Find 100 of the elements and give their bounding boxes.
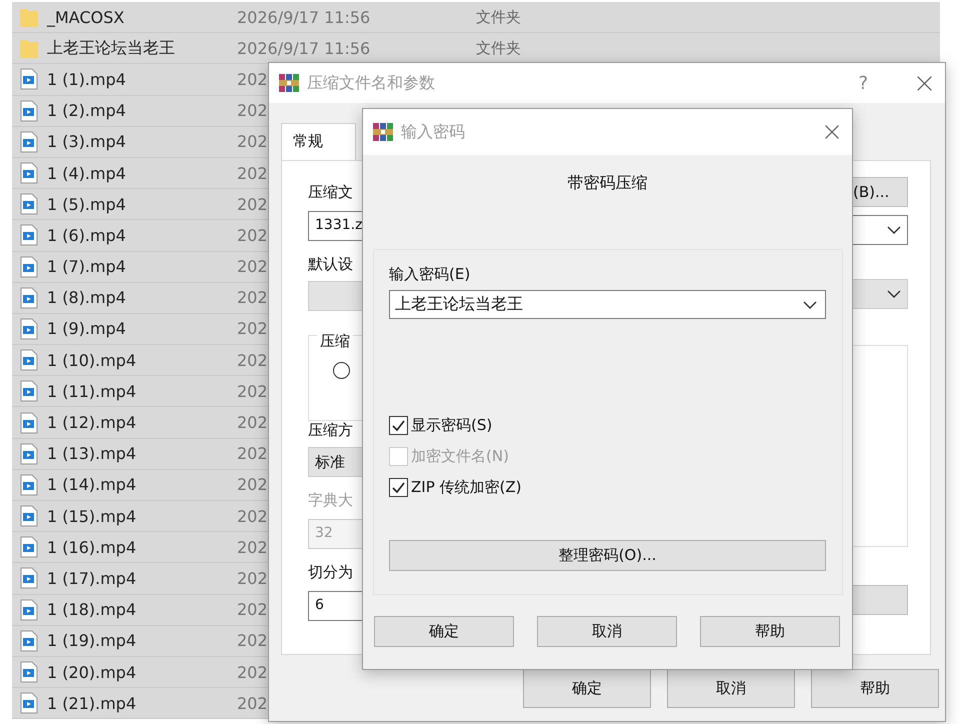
video-file-icon xyxy=(20,474,38,496)
archive-app-icon xyxy=(373,122,393,142)
video-file-icon xyxy=(20,442,38,465)
file-date: 202 xyxy=(237,475,268,494)
file-name: 1 (13).mp4 xyxy=(47,444,138,464)
dialog-button[interactable]: 取消 xyxy=(667,669,795,708)
file-name: 1 (2).mp4 xyxy=(47,101,127,120)
group-label: 压缩 xyxy=(317,332,353,351)
organize-passwords-button[interactable]: 整理密码(O)... xyxy=(389,540,826,571)
file-date: 202 xyxy=(237,288,268,308)
file-name: 1 (16).mp4 xyxy=(47,538,138,557)
dialog-button[interactable]: 确定 xyxy=(374,616,514,647)
file-name: 1 (20).mp4 xyxy=(47,662,138,682)
field-label: 压缩方 xyxy=(308,421,354,441)
video-file-icon xyxy=(20,130,38,153)
file-date: 202 xyxy=(237,631,268,650)
file-name: 1 (21).mp4 xyxy=(47,694,138,713)
field-label: 输入密码(E) xyxy=(389,265,472,284)
file-name: 1 (1).mp4 xyxy=(47,70,127,89)
video-file-icon xyxy=(20,68,38,90)
field-label: 默认设 xyxy=(308,255,354,275)
file-name: 1 (9).mp4 xyxy=(47,319,127,338)
video-file-icon xyxy=(20,318,38,340)
file-name: 上老王论坛当老王 xyxy=(47,38,176,59)
file-name: 1 (11).mp4 xyxy=(47,382,138,401)
file-date: 202 xyxy=(237,662,268,682)
video-file-icon xyxy=(20,505,38,528)
field-label: 切分为 xyxy=(308,563,354,583)
checkbox-label: ZIP 传统加密(Z) xyxy=(411,478,522,497)
dialog-button[interactable]: 帮助 xyxy=(811,669,939,708)
dropdown[interactable] xyxy=(852,215,908,245)
file-row[interactable]: 上老王论坛当老王 2026/9/17 11:56 文件夹 xyxy=(12,33,940,64)
dialog-heading: 带密码压缩 xyxy=(568,173,648,194)
password-field[interactable]: 上老王论坛当老王 xyxy=(389,290,826,319)
file-date: 202 xyxy=(237,382,268,401)
window-title: 压缩文件名和参数 xyxy=(307,72,436,94)
video-file-icon xyxy=(20,224,38,246)
file-date: 202 xyxy=(237,257,268,276)
video-file-icon xyxy=(20,349,38,372)
video-file-icon xyxy=(20,380,38,402)
file-date: 202 xyxy=(237,194,268,214)
file-date: 2026/9/17 11:56 xyxy=(237,8,370,27)
file-name: 1 (4).mp4 xyxy=(47,164,127,183)
video-file-icon xyxy=(20,567,38,590)
tab[interactable]: 常规 xyxy=(281,123,356,160)
file-date: 202 xyxy=(237,413,268,432)
checkbox[interactable] xyxy=(389,416,408,435)
file-date: 202 xyxy=(237,568,268,588)
video-file-icon xyxy=(20,193,38,216)
video-file-icon xyxy=(20,100,38,122)
video-file-icon xyxy=(20,286,38,309)
file-name: _MACOSX xyxy=(47,8,126,27)
help-button[interactable]: ? xyxy=(858,72,868,94)
file-date: 202 xyxy=(237,226,268,245)
radio-button[interactable] xyxy=(333,362,350,379)
file-name: 1 (10).mp4 xyxy=(47,350,138,370)
file-name: 1 (12).mp4 xyxy=(47,413,138,432)
video-file-icon xyxy=(20,256,38,278)
chevron-down-icon xyxy=(803,300,817,308)
file-date: 202 xyxy=(237,319,268,338)
checkbox-label: 加密文件名(N) xyxy=(411,447,509,466)
chevron-down-icon xyxy=(887,226,901,234)
video-file-icon xyxy=(20,692,38,714)
file-name: 1 (7).mp4 xyxy=(47,257,127,276)
file-row[interactable]: _MACOSX 2026/9/17 11:56 文件夹 xyxy=(12,2,940,34)
browse-button[interactable]: (B)... xyxy=(852,177,908,207)
file-date: 202 xyxy=(237,132,268,152)
file-date: 202 xyxy=(237,506,268,526)
file-name: 1 (15).mp4 xyxy=(47,506,138,526)
file-date: 202 xyxy=(237,444,268,464)
dialog-button[interactable]: 帮助 xyxy=(700,616,840,647)
close-icon[interactable] xyxy=(824,124,840,140)
file-date: 202 xyxy=(237,538,268,557)
file-name: 1 (6).mp4 xyxy=(47,226,127,245)
checkbox[interactable] xyxy=(389,478,408,497)
file-date: 202 xyxy=(237,164,268,183)
video-file-icon xyxy=(20,412,38,434)
file-name: 1 (3).mp4 xyxy=(47,132,127,152)
field-label: 压缩文 xyxy=(308,183,354,203)
window-title: 输入密码 xyxy=(401,122,466,142)
file-name: 1 (19).mp4 xyxy=(47,631,138,650)
dialog-button[interactable]: 取消 xyxy=(537,616,677,647)
file-name: 1 (18).mp4 xyxy=(47,600,138,620)
video-file-icon xyxy=(20,536,38,558)
video-file-icon xyxy=(20,162,38,184)
video-file-icon xyxy=(20,661,38,684)
archive-app-icon xyxy=(279,73,299,93)
file-date: 2026/9/17 11:56 xyxy=(237,38,370,58)
chevron-down-icon xyxy=(887,290,901,298)
video-file-icon xyxy=(20,630,38,652)
file-date: 202 xyxy=(237,101,268,120)
file-type: 文件夹 xyxy=(476,8,521,27)
file-type: 文件夹 xyxy=(476,38,521,58)
close-icon[interactable] xyxy=(916,74,933,92)
field-label: 字典大 xyxy=(308,491,354,511)
file-date: 202 xyxy=(237,694,268,713)
dialog-button[interactable]: 确定 xyxy=(523,669,651,708)
file-name: 1 (14).mp4 xyxy=(47,475,138,494)
file-date: 202 xyxy=(237,350,268,370)
file-name: 1 (8).mp4 xyxy=(47,288,127,308)
